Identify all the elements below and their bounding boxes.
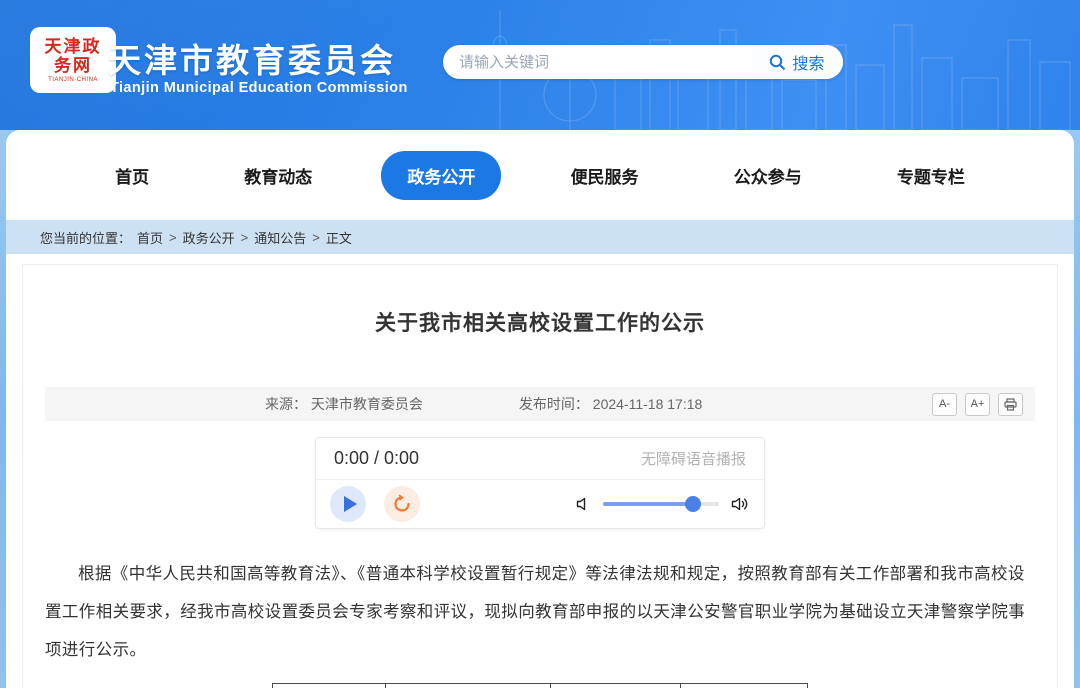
- content-area: 关于我市相关高校设置工作的公示 来源： 天津市教育委员会 发布时间： 2024-…: [6, 254, 1074, 688]
- site-subtitle: Tianjin Municipal Education Commission: [110, 80, 408, 96]
- search-icon: [769, 54, 786, 71]
- breadcrumb-separator: >: [241, 230, 249, 245]
- meta-time-label: 发布时间：: [519, 396, 589, 412]
- replay-icon: [392, 494, 412, 514]
- meta-time-value: 2024-11-18 17:18: [593, 396, 703, 412]
- player-time-display: 0:00 / 0:00: [334, 448, 419, 469]
- player-top-row: 0:00 / 0:00 无障碍语音播报: [316, 438, 764, 480]
- meta-tools: A- A+: [932, 393, 1023, 416]
- volume-controls: [575, 496, 750, 512]
- volume-fill: [603, 502, 693, 506]
- site-seal-logo[interactable]: 天津政务网 TIANJIN·CHINA: [30, 27, 116, 93]
- table-header-location: 办学所在地: [551, 684, 681, 688]
- nav-item-education-news[interactable]: 教育动态: [218, 151, 338, 200]
- meta-source-value: 天津市教育委员会: [311, 396, 423, 412]
- table-header-school-name: 学校名称: [273, 684, 386, 688]
- school-table: 学校名称 建校基础 办学所在地 办学性质 天津警察学院 天津公安警官职业学院 天…: [272, 683, 808, 688]
- article-body-paragraph: 根据《中华人民共和国高等教育法》、《普通本科学校设置暂行规定》等法律法规和规定，…: [45, 555, 1035, 669]
- nav-item-special-topics[interactable]: 专题专栏: [871, 151, 991, 200]
- breadcrumb-home[interactable]: 首页: [137, 228, 163, 247]
- article-title: 关于我市相关高校设置工作的公示: [45, 307, 1035, 337]
- volume-slider[interactable]: [603, 502, 719, 506]
- search-input[interactable]: [443, 45, 751, 79]
- search-button[interactable]: 搜索: [751, 45, 843, 79]
- main-nav: 首页 教育动态 政务公开 便民服务 公众参与 专题专栏: [6, 130, 1074, 220]
- replay-button[interactable]: [384, 486, 420, 522]
- volume-loud-icon[interactable]: [731, 496, 750, 512]
- breadcrumb: 您当前的位置： 首页 > 政务公开 > 通知公告 > 正文: [6, 220, 1074, 254]
- site-title: 天津市教育委员会: [108, 34, 396, 82]
- volume-thumb[interactable]: [685, 496, 701, 512]
- table-header-institution-type: 办学性质: [681, 684, 808, 688]
- site-header: 天津政务网 TIANJIN·CHINA 天津市教育委员会 Tianjin Mun…: [0, 0, 1080, 130]
- font-decrease-button[interactable]: A-: [932, 393, 957, 416]
- seal-text: 天津政务网: [44, 37, 102, 75]
- article-box: 关于我市相关高校设置工作的公示 来源： 天津市教育委员会 发布时间： 2024-…: [22, 264, 1058, 688]
- accessibility-audio-player: 0:00 / 0:00 无障碍语音播报: [315, 437, 765, 529]
- meta-source-label: 来源：: [265, 396, 307, 412]
- meta-source: 来源： 天津市教育委员会: [265, 394, 423, 414]
- breadcrumb-prefix: 您当前的位置：: [40, 228, 131, 247]
- search-bar: 搜索: [443, 45, 843, 79]
- table-header-founding-basis: 建校基础: [386, 684, 551, 688]
- main-container: 首页 教育动态 政务公开 便民服务 公众参与 专题专栏 您当前的位置： 首页 >…: [6, 130, 1074, 688]
- search-button-label: 搜索: [792, 50, 824, 74]
- print-button[interactable]: [998, 393, 1023, 416]
- nav-item-public-participation[interactable]: 公众参与: [708, 151, 828, 200]
- play-button[interactable]: [330, 486, 366, 522]
- nav-item-government-affairs[interactable]: 政务公开: [381, 151, 501, 200]
- play-icon: [344, 496, 357, 512]
- breadcrumb-separator: >: [169, 230, 177, 245]
- player-caption: 无障碍语音播报: [641, 448, 746, 469]
- meta-publish-time: 发布时间： 2024-11-18 17:18: [519, 394, 702, 414]
- nav-item-public-services[interactable]: 便民服务: [545, 151, 665, 200]
- player-controls-row: [316, 480, 764, 528]
- nav-item-home[interactable]: 首页: [89, 151, 175, 200]
- seal-caption: TIANJIN·CHINA: [48, 77, 98, 83]
- printer-icon: [1004, 398, 1017, 411]
- article-meta-bar: 来源： 天津市教育委员会 发布时间： 2024-11-18 17:18 A- A…: [45, 387, 1035, 421]
- font-increase-button[interactable]: A+: [965, 393, 990, 416]
- breadcrumb-current: 正文: [326, 228, 352, 247]
- breadcrumb-separator: >: [312, 230, 320, 245]
- breadcrumb-government-affairs[interactable]: 政务公开: [183, 228, 235, 247]
- volume-mute-icon[interactable]: [575, 496, 591, 512]
- breadcrumb-notices[interactable]: 通知公告: [254, 228, 306, 247]
- table-header-row: 学校名称 建校基础 办学所在地 办学性质: [273, 684, 808, 688]
